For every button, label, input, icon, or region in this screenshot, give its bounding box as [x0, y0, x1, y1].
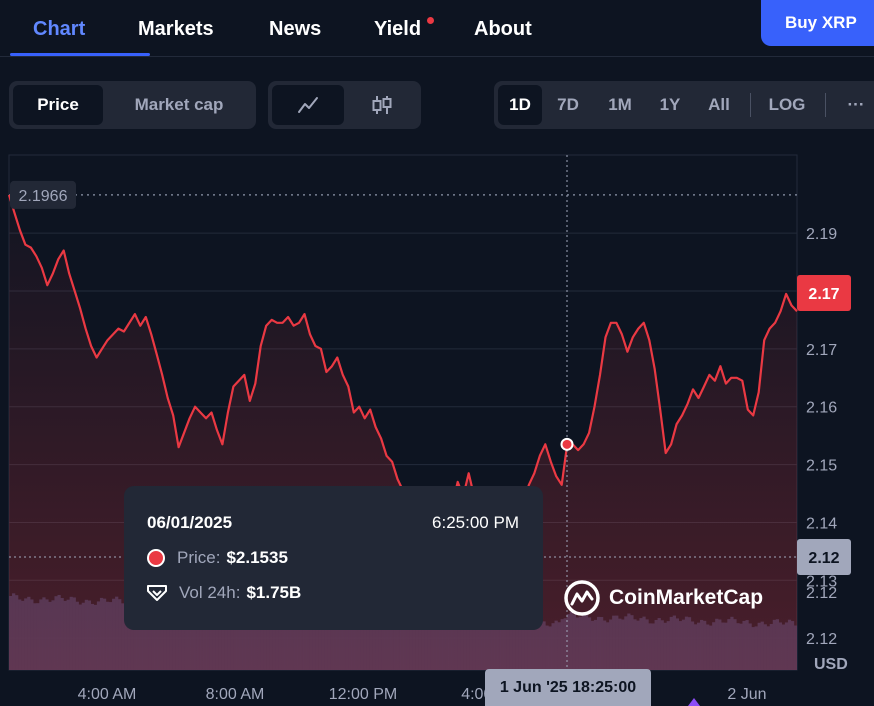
x-tick-label: 8:00 AM — [206, 686, 265, 703]
x-tick-label: 12:00 PM — [329, 686, 397, 703]
coinmarketcap-watermark: CoinMarketCap — [563, 579, 763, 617]
tooltip-date: 06/01/2025 — [147, 513, 233, 532]
tooltip-volume-value: $1.75B — [246, 583, 302, 602]
event-marker-icon — [688, 698, 700, 706]
crosshair-time-label: 1 Jun '25 18:25:00 — [485, 669, 651, 706]
y-tick-label: 2.16 — [806, 400, 837, 417]
tooltip-price-value: $2.1535 — [226, 548, 288, 567]
cursor-price-label: 2.12 — [808, 550, 839, 567]
open-price-label: 2.1966 — [19, 188, 68, 205]
volume-shield-icon — [147, 585, 167, 601]
watermark-text: CoinMarketCap — [609, 586, 764, 609]
y-tick-label: 2.15 — [806, 458, 837, 475]
chart-tooltip: 06/01/2025 6:25:00 PM Price: $2.1535 Vol… — [124, 486, 543, 630]
x-tick-label: 4:00 AM — [78, 686, 137, 703]
coinmarketcap-logo-icon — [564, 580, 600, 616]
tooltip-volume-row: Vol 24h: $1.75B — [147, 583, 301, 603]
tooltip-price-row: Price: $2.1535 — [147, 548, 288, 568]
x-tick-label: 2 Jun — [727, 686, 766, 703]
price-series-dot-icon — [147, 549, 165, 567]
volume-axis-label: 2.12 — [806, 585, 837, 602]
y-axis-unit: USD — [814, 656, 848, 673]
hover-point — [560, 437, 574, 451]
y-tick-label: 2.17 — [806, 342, 837, 359]
tooltip-volume-label: Vol 24h: — [179, 583, 241, 602]
tooltip-time: 6:25:00 PM — [432, 513, 519, 532]
y-tick-label: 2.14 — [806, 515, 837, 532]
current-price-label: 2.17 — [808, 286, 839, 303]
y-tick-label: 2.12 — [806, 631, 837, 648]
y-tick-label: 2.19 — [806, 226, 837, 243]
tooltip-price-label: Price: — [177, 548, 221, 567]
